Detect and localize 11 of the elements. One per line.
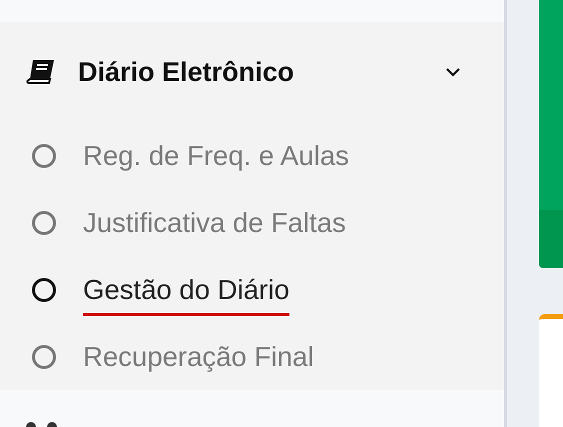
circle-icon <box>31 142 57 168</box>
menu-item[interactable]: Gestão do Diário <box>83 274 290 306</box>
menu-title: Diário Eletrônico <box>78 56 296 88</box>
menu-item[interactable]: Recuperação Final <box>83 340 314 372</box>
book-icon <box>26 59 56 85</box>
circle-icon <box>31 210 57 236</box>
chevron-icon[interactable] <box>445 67 461 77</box>
circle-icon <box>31 344 57 370</box>
circle-icon <box>31 276 57 302</box>
menu-item[interactable]: Reg. de Freq. e Aulas <box>83 140 349 172</box>
menu-item[interactable]: Justificativa de Faltas <box>83 206 346 238</box>
